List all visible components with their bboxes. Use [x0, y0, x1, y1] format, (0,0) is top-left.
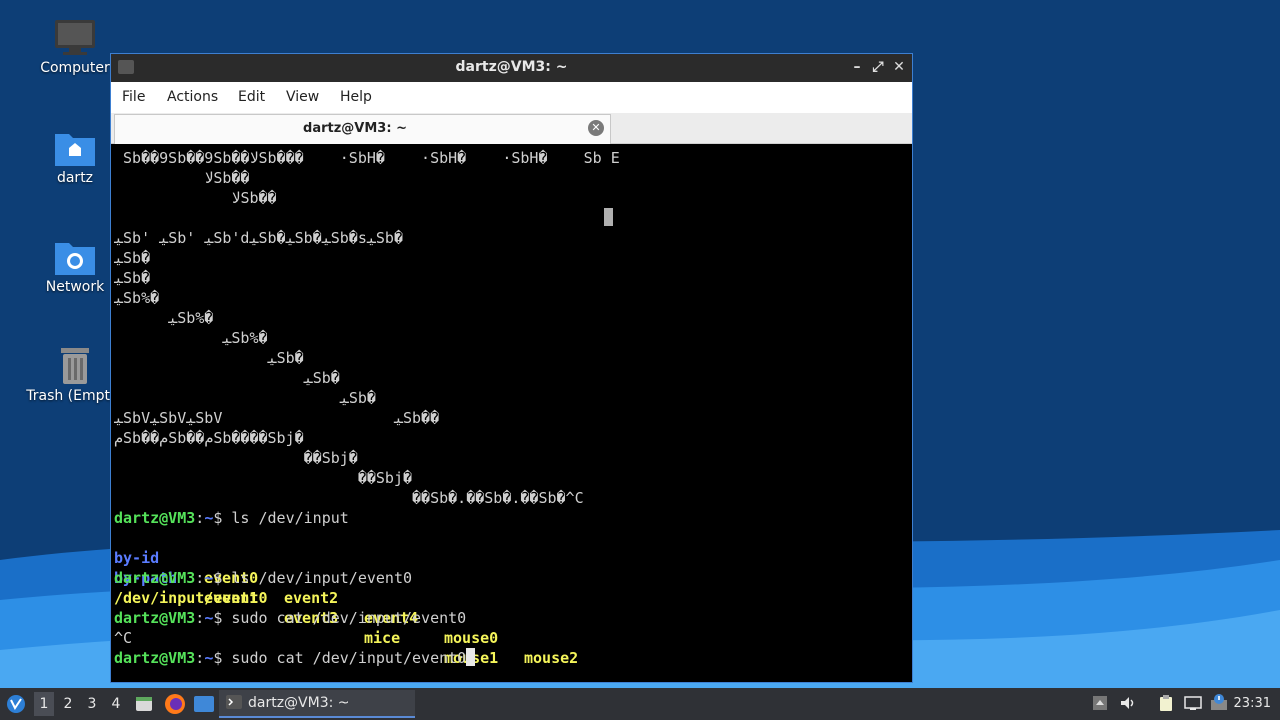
workspace-2[interactable]: 2 [58, 696, 78, 712]
binary-output-line: ﻻSb�� [114, 169, 250, 187]
menu-bar: File Actions Edit View Help [111, 82, 912, 113]
current-command-line[interactable]: dartz@VM3:~$ sudo cat /dev/input/event0 [114, 648, 476, 668]
tray-expand-icon[interactable] [1091, 694, 1109, 712]
binary-output-line: ﻡSb��ﻡSb��ﻡSb����Sbj� [114, 429, 304, 447]
binary-output-line: ��Sb�.��Sb�.��Sb�^C [114, 489, 584, 507]
network-icon[interactable] [1184, 694, 1202, 712]
computer-icon [55, 20, 95, 55]
stray-cursor [604, 208, 613, 226]
binary-output-line: ﻴSb' ﻴSb' ﻴSb'dﻴSb�ﻴSb�ﻴSb�sﻴSb� [114, 229, 403, 247]
binary-output-line: ﻴSb� [114, 369, 340, 387]
workspace-3[interactable]: 3 [82, 696, 102, 712]
command-output: ^C [114, 629, 133, 647]
taskbar-window-button[interactable]: dartz@VM3: ~ [219, 690, 415, 718]
title-bar[interactable]: dartz@VM3: ~ – ⤢ ✕ [111, 54, 912, 82]
tab-terminal[interactable]: dartz@VM3: ~ ✕ [114, 114, 611, 144]
menu-edit[interactable]: Edit [238, 89, 265, 105]
notification-icon[interactable] [1210, 694, 1228, 712]
workspace-4[interactable]: 4 [106, 696, 126, 712]
binary-output-line: ��Sbj� [114, 469, 413, 487]
menu-view[interactable]: View [286, 89, 319, 105]
binary-output-line: ﻴSb%� [114, 289, 160, 307]
menu-actions[interactable]: Actions [167, 89, 218, 105]
command-line: dartz@VM3:~$ sudo cat /dev/input/event0 [114, 609, 467, 627]
terminal-window: dartz@VM3: ~ – ⤢ ✕ File Actions Edit Vie… [110, 53, 913, 683]
home-folder-icon [55, 134, 95, 166]
command-line: dartz@VM3:~$ ls /dev/input/event0 [114, 569, 413, 587]
terminal-output[interactable]: Sb��9Sb��9Sb��ﻻSb��� ·SbH� ·SbH� ·SbH� S… [114, 146, 909, 679]
workspace-1[interactable]: 1 [34, 692, 54, 716]
menu-file[interactable]: File [122, 89, 145, 105]
file-manager-icon[interactable] [134, 694, 154, 714]
volume-icon[interactable] [1119, 694, 1137, 712]
command-output: /dev/input/event0 [114, 589, 268, 607]
clipboard-icon[interactable] [1157, 694, 1175, 712]
binary-output-line: Sb��9Sb��9Sb��ﻻSb��� ·SbH� ·SbH� ·SbH� S… [114, 149, 620, 167]
binary-output-line: ﻴSb� [114, 269, 151, 287]
firefox-icon[interactable] [164, 693, 186, 715]
binary-output-line: ﻻSb�� [114, 189, 277, 207]
tab-label: dartz@VM3: ~ [303, 121, 407, 136]
binary-output-line: ﻴSb%� [114, 309, 214, 327]
taskbar: 1 2 3 4 dartz@VM3: ~ 23:31 [0, 688, 1280, 720]
binary-output-line: ﻴSb� [114, 349, 304, 367]
text-cursor [466, 648, 476, 666]
show-desktop-icon[interactable] [193, 694, 215, 714]
clock: 23:31 [1233, 696, 1271, 711]
menu-help[interactable]: Help [340, 89, 372, 105]
tab-bar: dartz@VM3: ~ ✕ [111, 113, 912, 144]
command-line: dartz@VM3:~$ ls /dev/input [114, 509, 349, 527]
binary-output-line: ﻴSb%� [114, 329, 268, 347]
maximize-button[interactable]: ⤢ [869, 58, 887, 76]
minimize-button[interactable]: – [848, 58, 866, 76]
start-menu-icon[interactable] [6, 694, 26, 714]
binary-output-line: ﻴSb� [114, 249, 151, 267]
terminal-icon [226, 695, 242, 709]
binary-output-line: ﻴSbVﻴSbVﻴSbV ﻴSb�� [114, 409, 440, 427]
binary-output-line: ﻴSb� [114, 389, 376, 407]
trash-icon [61, 348, 89, 384]
window-title: dartz@VM3: ~ [455, 59, 568, 75]
network-folder-icon [55, 243, 95, 275]
tab-close-icon[interactable]: ✕ [588, 120, 604, 136]
close-button[interactable]: ✕ [890, 58, 908, 76]
binary-output-line: ��Sbj� [114, 449, 358, 467]
taskbar-window-label: dartz@VM3: ~ [248, 695, 350, 711]
